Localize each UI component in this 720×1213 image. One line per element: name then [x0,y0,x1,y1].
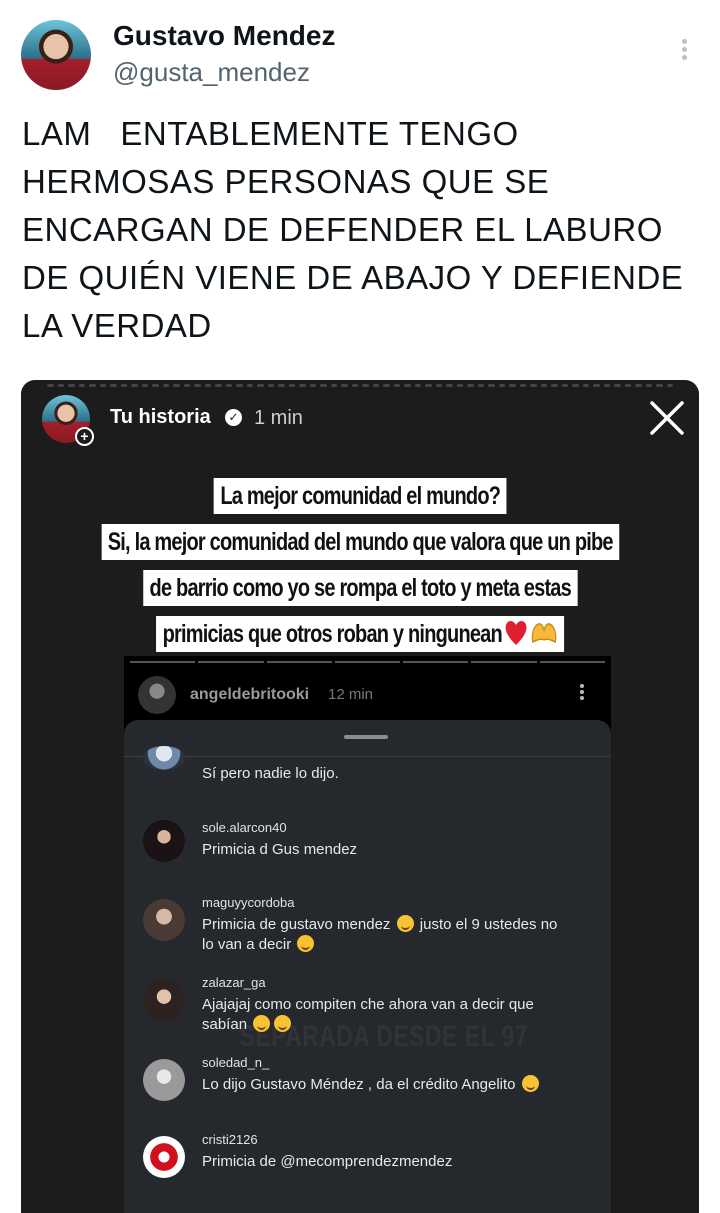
heart-icon [505,621,527,645]
inner-time: 12 min [328,686,374,703]
caption-line-4: primicias que otros roban y ningunean [162,620,502,648]
inner-username: angeldebritooki [190,686,310,703]
story-progress-bar [47,384,673,387]
comment-text: Primicia de @mecomprendezmendez [202,1153,453,1170]
laughing-emoji-icon [396,915,414,932]
comment-avatar [143,1136,185,1178]
comment-avatar [143,1059,185,1101]
comment-text: Ajajajaj como compiten che ahora van a d… [202,996,534,1033]
author-name[interactable]: Gustavo Mendez [113,20,335,52]
inner-user-avatar [138,676,176,714]
story-title: Tu historia [110,406,211,428]
sheet-handle [344,735,388,739]
comment-username: zalazar_ga [202,975,266,990]
comment-username: maguyycordoba [202,895,295,910]
comment-text: Primicia d Gus mendez [202,841,358,858]
comment-username: cristi2126 [202,1132,258,1147]
add-story-icon: + [75,427,94,446]
caption-line-3: de barrio como yo se rompa el toto y met… [142,570,578,606]
story-caption: La mejor comunidad el mundo? Si, la mejo… [51,473,669,657]
inner-progress-bar [130,661,605,663]
comment-text: Lo dijo Gustavo Méndez , da el crédito A… [202,1075,602,1095]
sheet-divider [124,756,611,757]
comment-avatar [143,899,185,941]
comment-text: Primicia de gustavo mendez justo el 9 us… [202,915,558,953]
inner-story-screenshot: angeldebritooki 12 min SEPARADA DESDE EL… [124,656,611,1213]
comment-username: sole.alarcon40 [202,820,287,835]
comment-avatar [143,746,185,770]
comments-sheet: SEPARADA DESDE EL 97 Sí pero nadie lo di… [124,720,611,1213]
grinning-emoji-icon [274,1015,292,1032]
author-handle[interactable]: @gusta_mendez [113,57,310,88]
verified-icon: ✓ [225,409,242,426]
story-time: 1 min [254,407,303,429]
inner-more-icon [577,682,587,704]
heart-hands-icon [531,623,557,644]
tweet-text: LAM ENTABLEMENTE TENGO HERMOSAS PERSONAS… [22,115,684,344]
caption-line-2: Si, la mejor comunidad del mundo que val… [101,524,619,560]
comment-avatar [143,979,185,1021]
laughing-emoji-icon [297,935,315,952]
comment-username: soledad_n_ [202,1055,270,1070]
author-avatar[interactable] [21,20,91,90]
caption-line-1: La mejor comunidad el mundo? [213,478,507,514]
story-screenshot: + Tu historia ✓ 1 min La mejor comunidad… [21,380,699,1213]
winking-emoji-icon [521,1075,539,1092]
close-icon[interactable] [648,399,686,437]
grinning-emoji-icon [253,1015,271,1032]
more-options-icon[interactable] [676,36,692,66]
comment-text: Sí pero nadie lo dijo. [202,765,339,782]
comment-avatar [143,820,185,862]
